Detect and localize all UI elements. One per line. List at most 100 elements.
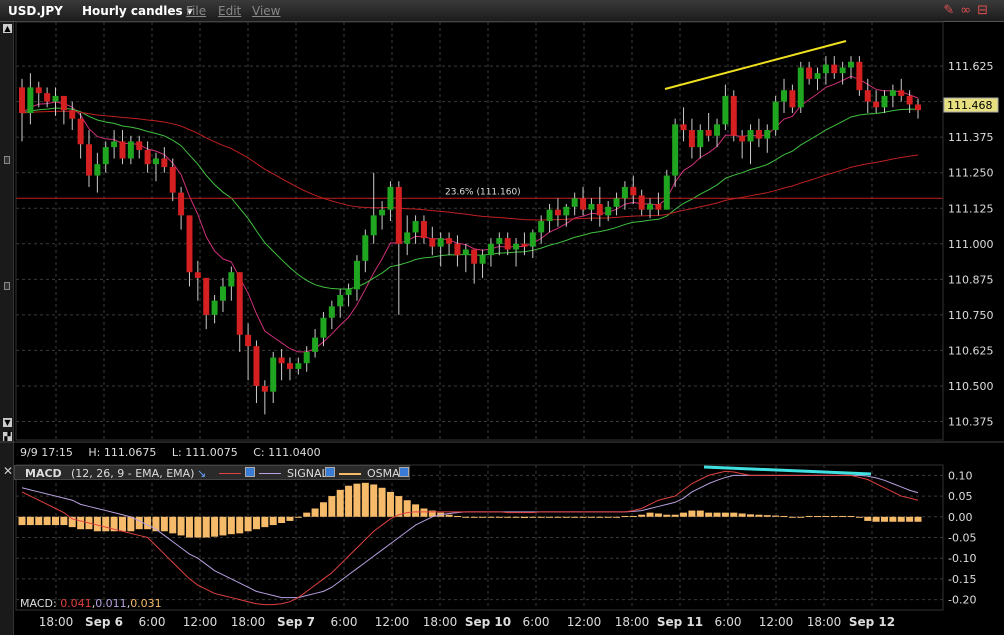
osma-bar bbox=[412, 504, 420, 517]
wrench-icon[interactable]: ✎ bbox=[943, 3, 960, 18]
scroll-down-icon[interactable]: ▼ bbox=[3, 418, 12, 427]
period-dropdown[interactable]: Hourly candles ▾ bbox=[82, 4, 193, 18]
price-frame bbox=[15, 21, 944, 441]
signal-checkbox[interactable] bbox=[325, 467, 335, 477]
candle bbox=[161, 158, 168, 168]
fib-label: 23.6% (111.160) bbox=[445, 187, 521, 197]
osma-bar bbox=[763, 515, 771, 517]
macd-trend-line bbox=[703, 465, 872, 476]
candle bbox=[454, 243, 461, 256]
menu-view[interactable]: View bbox=[252, 4, 280, 18]
candle bbox=[621, 186, 628, 199]
osma-bar bbox=[328, 496, 336, 517]
panel-handle-icon[interactable] bbox=[4, 156, 10, 164]
info-high: H: 111.0675 bbox=[88, 446, 157, 459]
candle bbox=[44, 93, 51, 102]
osma-bar bbox=[370, 484, 378, 517]
osma-bar bbox=[43, 516, 51, 526]
symbol-dropdown[interactable]: USD.JPY bbox=[8, 4, 63, 18]
price-axis: 111.625 111.500 111.375 111.250 111.125 111.0… bbox=[948, 60, 994, 428]
osma-bar bbox=[303, 512, 311, 517]
close-window-icon[interactable]: ⊟ bbox=[977, 3, 994, 18]
candle bbox=[580, 198, 587, 210]
candle bbox=[286, 363, 293, 369]
candle bbox=[538, 221, 545, 233]
osma-bar bbox=[663, 514, 671, 517]
candle bbox=[688, 130, 695, 148]
osma-bar bbox=[906, 516, 914, 522]
candle bbox=[588, 203, 595, 210]
time-tick-label: 12:00 bbox=[183, 615, 218, 629]
osma-bar bbox=[571, 516, 579, 518]
candle bbox=[496, 238, 503, 244]
osma-bar bbox=[780, 515, 788, 517]
price-chart[interactable]: 23.6% (111.160) 111.625111.500111.375111… bbox=[0, 0, 1004, 635]
candle bbox=[52, 95, 59, 102]
candle bbox=[814, 73, 821, 79]
ema-mid-line bbox=[21, 107, 919, 290]
candle bbox=[739, 135, 746, 142]
osma-bar bbox=[269, 516, 277, 526]
macd-tick-label: -0.10 bbox=[948, 552, 976, 565]
candle bbox=[412, 221, 419, 233]
osma-bar bbox=[705, 512, 713, 517]
candle bbox=[546, 209, 553, 222]
osma-bar bbox=[194, 516, 202, 538]
osma-bar bbox=[805, 515, 813, 517]
left-scroll-bar[interactable]: ▲ ▼ ▞ bbox=[0, 22, 14, 635]
osma-bar bbox=[202, 516, 210, 538]
resize-icon[interactable]: ▞ bbox=[3, 432, 12, 441]
osma-checkbox[interactable] bbox=[399, 467, 409, 477]
osma-bar bbox=[814, 515, 822, 517]
osma-bar bbox=[110, 516, 118, 532]
candle bbox=[94, 164, 101, 176]
candle bbox=[345, 289, 352, 295]
time-tick-label: 6:00 bbox=[523, 615, 550, 629]
osma-bar bbox=[613, 516, 621, 518]
macd-checkbox[interactable] bbox=[245, 467, 255, 477]
osma-bar bbox=[638, 514, 646, 517]
osma-bar bbox=[537, 516, 545, 518]
time-tick-label: 18:00 bbox=[423, 615, 458, 629]
menu-edit[interactable]: Edit bbox=[218, 4, 241, 18]
candle bbox=[127, 141, 134, 159]
candle bbox=[295, 363, 302, 369]
macd-tick-label: 0.10 bbox=[948, 469, 973, 482]
settings-icon[interactable]: ↘ bbox=[197, 467, 206, 480]
candle bbox=[613, 198, 620, 207]
candle bbox=[420, 221, 427, 239]
candle bbox=[864, 90, 871, 102]
osma-bar bbox=[286, 516, 294, 521]
osma-bar bbox=[596, 516, 604, 518]
menu-file[interactable]: File bbox=[186, 4, 206, 18]
candle bbox=[303, 351, 310, 364]
panel-handle-icon[interactable] bbox=[4, 282, 10, 290]
scroll-up-icon[interactable]: ▲ bbox=[3, 24, 12, 33]
osma-bar bbox=[236, 516, 244, 534]
candle bbox=[638, 195, 645, 210]
link-icon[interactable]: ∞ bbox=[960, 3, 977, 18]
candle bbox=[915, 104, 921, 111]
candle bbox=[77, 118, 84, 145]
osma-bar bbox=[26, 516, 34, 526]
candle bbox=[446, 238, 453, 244]
osma-bar bbox=[261, 516, 269, 528]
candle bbox=[705, 130, 712, 136]
osma-bar bbox=[520, 516, 528, 519]
osma-bar bbox=[721, 512, 729, 517]
candle bbox=[722, 95, 729, 125]
osma-bar bbox=[169, 516, 177, 534]
close-panel-icon[interactable]: ✕ bbox=[3, 464, 13, 478]
osma-bar bbox=[546, 516, 554, 518]
time-tick-label: Sep 6 bbox=[85, 615, 123, 629]
signal-label: SIGNAL bbox=[287, 467, 328, 480]
candle bbox=[320, 317, 327, 338]
candle bbox=[211, 300, 218, 315]
info-date: 9/9 17:15 bbox=[20, 446, 73, 459]
osma-bar bbox=[671, 514, 679, 517]
candle bbox=[563, 206, 570, 216]
candle bbox=[144, 149, 151, 165]
osma-bar bbox=[386, 491, 394, 517]
osma-bar bbox=[646, 512, 654, 517]
osma-bar bbox=[420, 508, 428, 517]
